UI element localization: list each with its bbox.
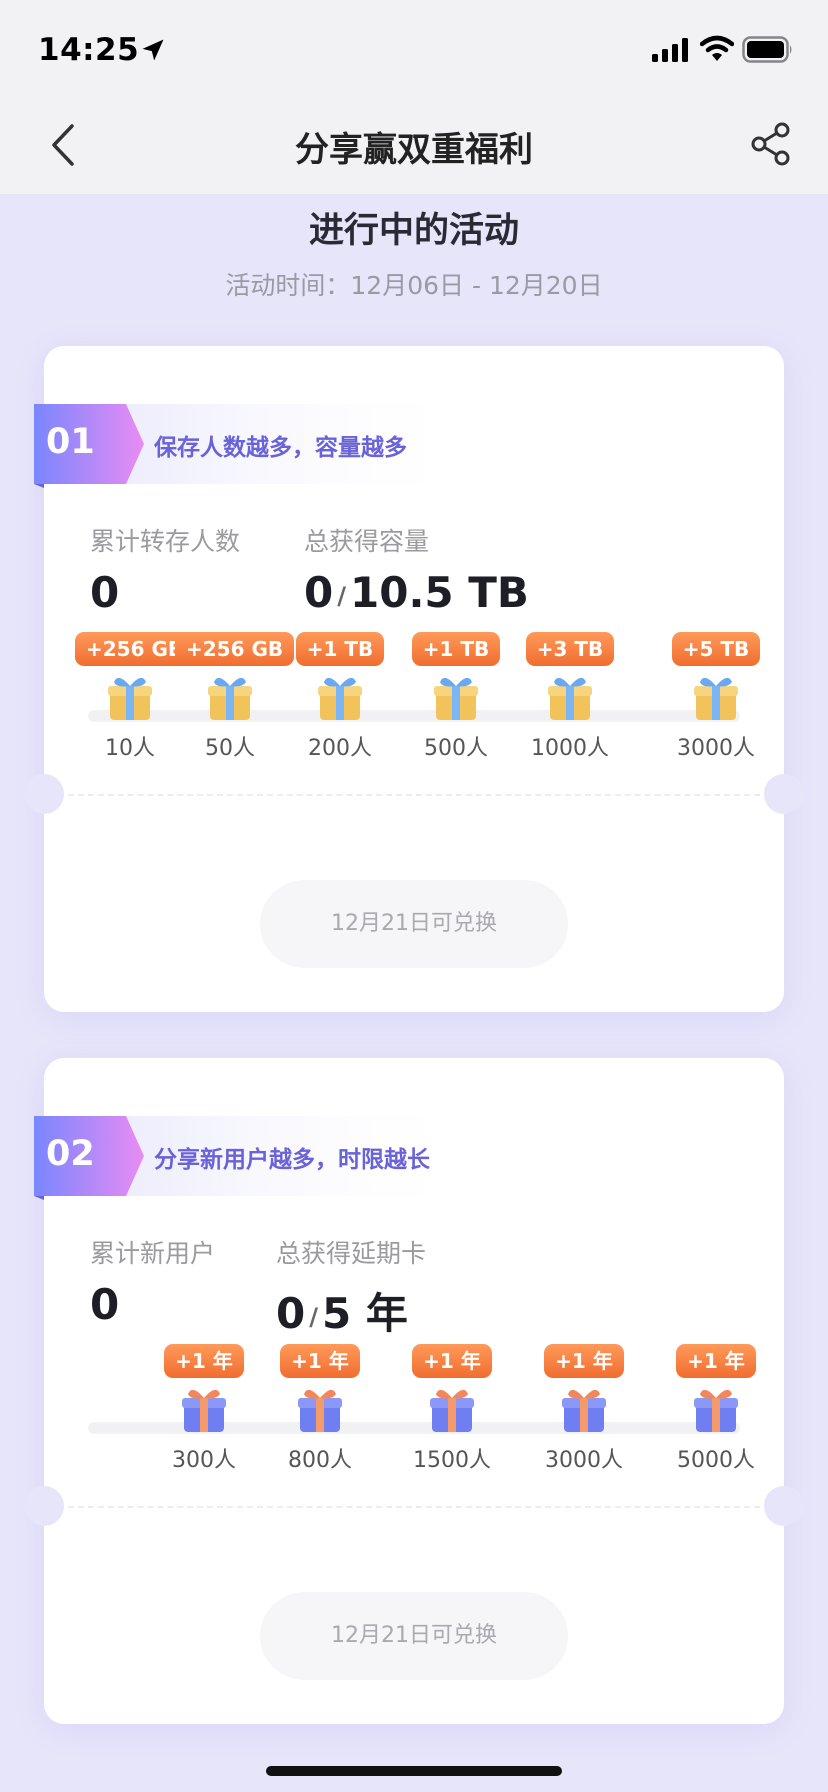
stat-left-label: 累计转存人数	[90, 527, 241, 556]
gift-box-yellow-icon	[208, 677, 252, 720]
reward-pill: +1 年	[544, 1344, 624, 1378]
stat-right-label: 总获得容量	[304, 527, 430, 556]
milestone: +5 TB 3000人	[661, 632, 771, 762]
milestone: +1 年 1500人	[397, 1344, 507, 1474]
milestone: +1 年 800人	[265, 1344, 375, 1474]
stat-right-total: 5 年	[322, 1289, 408, 1338]
milestone: +256 GB 10人	[75, 632, 195, 762]
milestone: +256 GB 50人	[175, 632, 295, 762]
reward-pill: +5 TB	[671, 632, 761, 666]
milestone-threshold: 1000人	[531, 736, 609, 761]
share-button[interactable]	[748, 120, 794, 168]
milestone: +3 TB 1000人	[515, 632, 625, 762]
milestone-threshold: 3000人	[545, 1448, 623, 1473]
ticket-notch-right	[764, 1486, 804, 1526]
milestone-threshold: 500人	[424, 736, 488, 761]
activity-headline: 分享新用户越多，时限越长	[154, 1147, 430, 1173]
gift-box-yellow-icon	[318, 677, 362, 720]
wifi-icon	[700, 35, 734, 61]
milestone-threshold: 800人	[288, 1448, 352, 1473]
gift-box-yellow-icon	[108, 677, 152, 720]
reward-pill: +1 年	[280, 1344, 360, 1378]
milestone: +1 年 300人	[149, 1344, 259, 1474]
milestone: +1 年 3000人	[529, 1344, 639, 1474]
gift-box-blue-icon	[430, 1389, 474, 1432]
gift-box-yellow-icon	[548, 677, 592, 720]
gift-box-yellow-icon	[694, 677, 738, 720]
activity-number: 01	[46, 422, 95, 462]
redeem-button[interactable]: 12月21日可兑换	[260, 880, 568, 968]
milestone-threshold: 3000人	[677, 736, 755, 761]
dashed-divider	[68, 794, 760, 796]
ticket-notch-left	[24, 774, 64, 814]
stat-left-value: 0	[90, 1280, 120, 1329]
activity-badge: 01 保存人数越多，容量越多	[34, 404, 474, 488]
milestone-threshold: 5000人	[677, 1448, 755, 1473]
milestone-threshold: 50人	[205, 736, 255, 761]
stat-right-value: 0/5 年	[276, 1280, 408, 1341]
location-arrow-icon	[142, 39, 164, 61]
milestone: +1 年 5000人	[661, 1344, 771, 1474]
milestone: +1 TB 200人	[285, 632, 395, 762]
page-title: 分享赢双重福利	[295, 130, 533, 170]
reward-pill: +1 年	[412, 1344, 492, 1378]
ticket-notch-right	[764, 774, 804, 814]
reward-pill: +1 年	[164, 1344, 244, 1378]
stat-right-total: 10.5 TB	[350, 568, 529, 617]
status-time: 14:25	[38, 32, 140, 68]
stat-right-value: 0/10.5 TB	[304, 568, 529, 617]
reward-pill: +1 TB	[295, 632, 385, 666]
stat-left-label: 累计新用户	[90, 1239, 216, 1268]
stat-right-label: 总获得延期卡	[276, 1239, 427, 1268]
stat-right-current: 0	[304, 568, 334, 617]
battery-icon	[742, 36, 792, 63]
stat-left-value: 0	[90, 568, 120, 617]
slash-divider: /	[337, 581, 346, 610]
milestone-threshold: 300人	[172, 1448, 236, 1473]
gift-box-blue-icon	[182, 1389, 226, 1432]
reward-pill: +1 年	[676, 1344, 756, 1378]
milestone: +1 TB 500人	[401, 632, 511, 762]
stat-right-current: 0	[276, 1289, 306, 1338]
nav-bar: 分享赢双重福利	[0, 96, 828, 194]
milestone-threshold: 1500人	[413, 1448, 491, 1473]
activity-headline: 保存人数越多，容量越多	[154, 435, 407, 461]
reward-pill: +256 GB	[175, 632, 295, 666]
gift-box-yellow-icon	[434, 677, 478, 720]
reward-pill: +3 TB	[525, 632, 615, 666]
dashed-divider	[68, 1506, 760, 1508]
section-title: 进行中的活动	[308, 211, 519, 251]
milestone-threshold: 200人	[308, 736, 372, 761]
home-indicator[interactable]	[266, 1766, 562, 1776]
activity-badge: 02 分享新用户越多，时限越长	[34, 1116, 474, 1200]
reward-pill: +1 TB	[411, 632, 501, 666]
milestone-threshold: 10人	[105, 736, 155, 761]
redeem-button[interactable]: 12月21日可兑换	[260, 1592, 568, 1680]
gift-box-blue-icon	[298, 1389, 342, 1432]
ticket-notch-left	[24, 1486, 64, 1526]
activity-card-1: 01 保存人数越多，容量越多 累计转存人数 0 总获得容量 0/10.5 TB …	[24, 346, 804, 1012]
gift-box-blue-icon	[562, 1389, 606, 1432]
cellular-signal-icon	[652, 38, 688, 62]
activity-period: 活动时间：12月06日 - 12月20日	[225, 271, 603, 300]
gift-box-blue-icon	[694, 1389, 738, 1432]
status-bar: 14:25	[0, 0, 828, 96]
slash-divider: /	[309, 1302, 318, 1331]
activity-number: 02	[46, 1134, 95, 1174]
activity-card-2: 02 分享新用户越多，时限越长 累计新用户 0 总获得延期卡 0/5 年 +1 …	[24, 1058, 804, 1724]
